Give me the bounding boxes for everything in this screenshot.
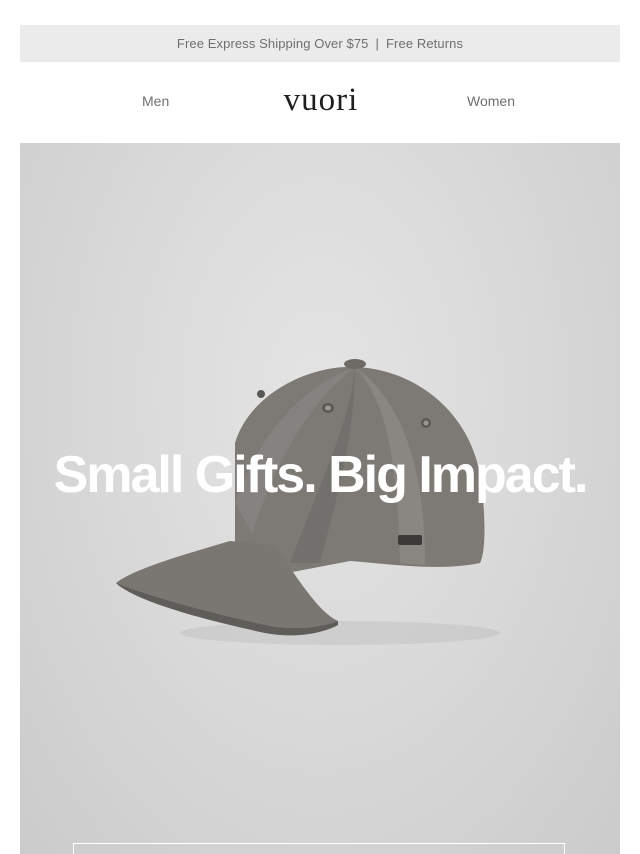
promo-separator: | <box>375 36 380 51</box>
brand-logo[interactable]: vuori <box>272 80 370 120</box>
nav-link-women[interactable]: Women <box>467 93 515 109</box>
promo-shipping-text: Free Express Shipping Over $75 <box>176 36 369 51</box>
hero-banner[interactable]: Small Gifts. Big Impact. <box>20 143 620 854</box>
hero-headline: Small Gifts. Big Impact. <box>53 446 589 504</box>
main-nav: Men vuori Women <box>20 62 620 143</box>
email-page: Free Express Shipping Over $75 | Free Re… <box>0 0 640 854</box>
nav-link-men[interactable]: Men <box>142 93 169 109</box>
shop-button[interactable] <box>73 843 565 854</box>
promo-banner[interactable]: Free Express Shipping Over $75 | Free Re… <box>20 25 620 62</box>
promo-returns-text: Free Returns <box>386 36 464 51</box>
